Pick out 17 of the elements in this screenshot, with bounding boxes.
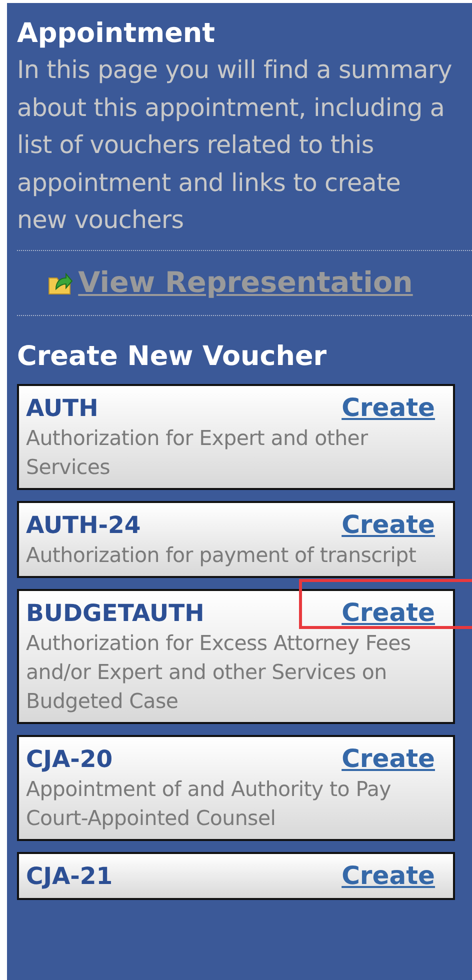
voucher-code: CJA-21	[26, 860, 113, 892]
create-link[interactable]: Create	[342, 744, 435, 772]
voucher-description: Authorization for Excess Attorney Fees and/or Expert and other Services on Budgeted Case	[26, 630, 412, 714]
voucher-description: Authorization for Expert and other Services	[26, 424, 369, 480]
create-link[interactable]: Create	[342, 510, 435, 538]
create-link[interactable]: Create	[342, 392, 435, 422]
voucher-code: AUTH-24	[26, 510, 141, 540]
create-link[interactable]: Create	[342, 860, 435, 890]
voucher-code: AUTH	[26, 392, 98, 424]
voucher-code: CJA-20	[26, 744, 113, 774]
voucher-description: Appointment of and Authority to Pay Court-Appointed Counsel	[26, 776, 392, 832]
voucher-code: BUDGETAUTH	[26, 598, 204, 628]
create-link[interactable]: Create	[342, 598, 435, 626]
panel-description: In this page you will find a summary about this appointment, including a list of vouchers related to this appointment and links to create new vouchers	[17, 54, 453, 236]
voucher-description: Authorization for payment of transcript	[26, 542, 418, 568]
section-title: Create New Voucher	[17, 340, 328, 374]
panel-title: Appointment	[17, 17, 216, 51]
